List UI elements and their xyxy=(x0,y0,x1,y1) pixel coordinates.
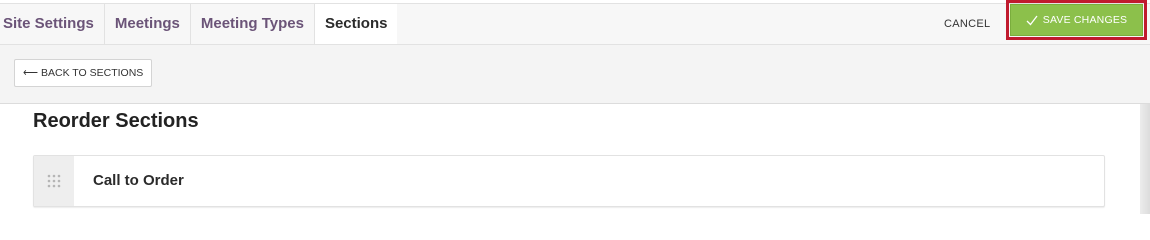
section-label: Call to Order xyxy=(93,172,184,189)
tab-meeting-types[interactable]: Meeting Types xyxy=(191,4,315,44)
checkmark-icon xyxy=(1026,15,1038,25)
top-nav-bar: Site Settings Meetings Meeting Types Sec… xyxy=(0,3,1150,45)
tab-site-settings[interactable]: Site Settings xyxy=(0,4,105,44)
tab-meetings[interactable]: Meetings xyxy=(105,4,191,44)
back-to-sections-button[interactable]: ⟵ BACK TO SECTIONS xyxy=(14,59,153,87)
save-changes-label: SAVE CHANGES xyxy=(1042,14,1128,26)
sub-toolbar: ⟵ BACK TO SECTIONS xyxy=(0,45,1150,104)
arrow-left-icon: ⟵ xyxy=(23,67,39,79)
drag-handle-icon[interactable] xyxy=(34,156,74,206)
scrollbar-track[interactable] xyxy=(1140,104,1150,214)
settings-tabs: Site Settings Meetings Meeting Types Sec… xyxy=(0,4,398,44)
page-title: Reorder Sections xyxy=(33,110,199,132)
section-list-item[interactable]: Call to Order xyxy=(33,155,1105,207)
cancel-button[interactable]: CANCEL xyxy=(944,4,990,44)
save-changes-button[interactable]: SAVE CHANGES xyxy=(1010,4,1143,36)
back-to-sections-label: BACK TO SECTIONS xyxy=(40,67,144,79)
tab-sections[interactable]: Sections xyxy=(314,4,398,44)
